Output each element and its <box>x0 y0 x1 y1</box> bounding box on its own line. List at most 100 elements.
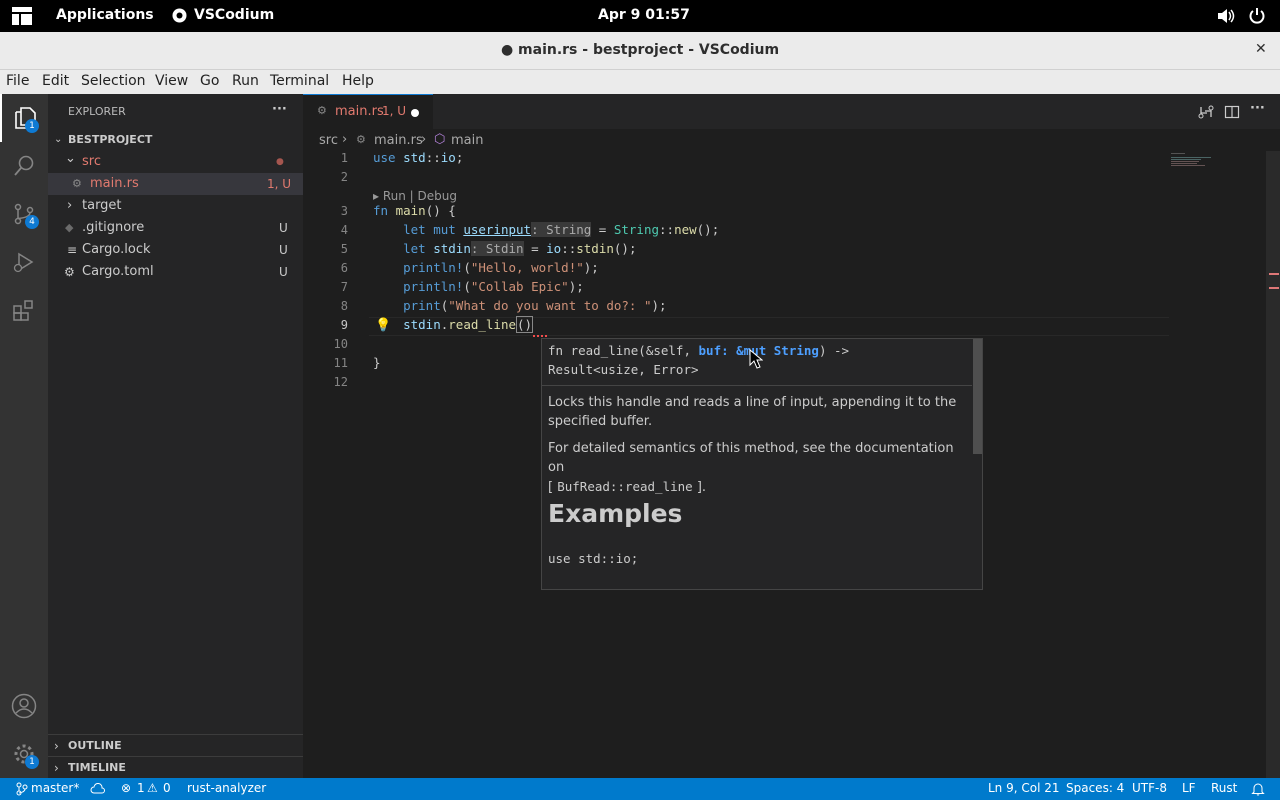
code-line-7: println!("Collab Epic"); <box>403 279 584 294</box>
indentation[interactable]: Spaces: 4 <box>1066 781 1124 795</box>
warning-count[interactable]: 0 <box>163 781 171 795</box>
codelens-run-debug[interactable]: Run | Debug <box>383 189 457 203</box>
file-status: U <box>279 221 288 235</box>
rust-file-icon: ⚙ <box>72 177 82 190</box>
app-menu[interactable]: VSCodium <box>194 7 274 23</box>
menu-edit[interactable]: Edit <box>42 73 69 89</box>
project-name: BESTPROJECT <box>68 133 153 146</box>
line-number: 3 <box>340 204 348 218</box>
doc-text: For detailed semantics of this method, s… <box>548 441 954 475</box>
explorer-activity[interactable]: 1 <box>0 94 48 142</box>
error-squiggle <box>533 334 547 337</box>
search-activity[interactable] <box>0 142 48 190</box>
clock[interactable]: Apr 9 01:57 <box>598 7 690 23</box>
tree-item-label: target <box>82 198 122 213</box>
scrollbar-error-marker <box>1269 273 1279 289</box>
menu-file[interactable]: File <box>6 73 29 89</box>
manage-activity[interactable]: 1 <box>0 730 48 778</box>
modified-dot: ● <box>276 157 284 167</box>
window-close-button[interactable]: ✕ <box>1255 41 1267 57</box>
line-number: 4 <box>340 223 348 237</box>
accounts-activity[interactable] <box>0 682 48 730</box>
signature-part: fn read_line(&self, <box>548 343 699 358</box>
cursor-position[interactable]: Ln 9, Col 21 <box>988 781 1060 795</box>
compare-changes-icon[interactable] <box>1198 104 1214 120</box>
git-branch[interactable]: master* <box>31 781 79 795</box>
tree-item-main-rs[interactable]: ⚙ main.rs 1, U <box>48 173 303 195</box>
tree-item-label: Cargo.toml <box>82 264 154 279</box>
code-line-1: use std::io; <box>373 150 464 165</box>
language-server-status[interactable]: rust-analyzer <box>187 781 266 795</box>
signature: fn read_line(&self, buf: &mut String) ->… <box>548 341 849 379</box>
extensions-activity[interactable] <box>0 286 48 334</box>
tree-item-target[interactable]: › target <box>48 195 303 217</box>
popup-scrollbar[interactable] <box>973 339 982 454</box>
hover-documentation-popup[interactable]: fn read_line(&self, buf: &mut String) ->… <box>541 338 983 590</box>
tree-item-label: main.rs <box>90 176 139 191</box>
doc-text: [ <box>548 480 558 495</box>
error-icon: ⊗ <box>121 781 132 795</box>
tree-item-gitignore[interactable]: ◆ .gitignore U <box>48 217 303 239</box>
error-count[interactable]: 1 <box>137 781 145 795</box>
breadcrumb-file[interactable]: main.rs <box>374 133 423 148</box>
window-title-bar: ● main.rs - bestproject - VSCodium ✕ <box>0 32 1280 70</box>
explorer-badge: 1 <box>25 119 39 133</box>
code-line-11: } <box>373 355 381 370</box>
doc-link[interactable]: BufRead::read_line <box>557 479 692 494</box>
minimap[interactable] <box>1171 151 1231 171</box>
explorer-sidebar: EXPLORER ··· ⌄ BESTPROJECT ⌄ src ● ⚙ mai… <box>48 94 303 778</box>
settings-badge: 1 <box>25 755 39 769</box>
line-number: 8 <box>340 299 348 313</box>
line-number: 11 <box>333 356 348 370</box>
run-debug-activity[interactable] <box>0 238 48 286</box>
end-of-line[interactable]: LF <box>1182 781 1196 795</box>
tree-item-src[interactable]: ⌄ src ● <box>48 151 303 173</box>
vscodium-app-icon <box>172 8 187 23</box>
vertical-scrollbar[interactable] <box>1266 151 1280 778</box>
power-icon[interactable] <box>1249 7 1265 24</box>
menu-go[interactable]: Go <box>200 73 219 89</box>
volume-icon[interactable] <box>1217 8 1235 24</box>
menu-terminal[interactable]: Terminal <box>270 73 329 89</box>
rust-file-icon: ⚙ <box>317 104 327 117</box>
doc-paragraph: For detailed semantics of this method, s… <box>548 439 963 497</box>
chevron-right-icon: › <box>54 761 59 775</box>
menu-bar: File Edit Selection View Go Run Terminal… <box>0 70 1280 94</box>
project-folder[interactable]: ⌄ BESTPROJECT <box>48 129 303 151</box>
line-number: 1 <box>340 151 348 165</box>
tree-item-cargo-lock[interactable]: ≡ Cargo.lock U <box>48 239 303 261</box>
explorer-more-button[interactable]: ··· <box>272 102 287 117</box>
tab-main-rs[interactable]: ⚙ main.rs 1, U <box>303 94 433 129</box>
applications-grid-icon[interactable] <box>12 7 32 25</box>
tree-item-cargo-toml[interactable]: ⚙ Cargo.toml U <box>48 261 303 283</box>
file-status: U <box>279 243 288 257</box>
unsaved-dot-icon[interactable] <box>411 109 419 117</box>
breadcrumb-symbol[interactable]: main <box>451 133 483 148</box>
menu-selection[interactable]: Selection <box>81 73 146 89</box>
source-control-activity[interactable]: 4 <box>0 190 48 238</box>
activity-bar: 1 4 1 <box>0 94 48 778</box>
symbol-method-icon: ⬡ <box>434 132 446 147</box>
outline-label: OUTLINE <box>68 739 122 752</box>
gear-file-icon: ⚙ <box>64 265 75 279</box>
language-mode[interactable]: Rust <box>1211 781 1237 795</box>
scm-badge: 4 <box>25 215 39 229</box>
search-icon <box>14 155 34 176</box>
breadcrumb-folder[interactable]: src <box>319 133 338 148</box>
outline-section[interactable]: › OUTLINE <box>48 734 303 756</box>
sync-cloud-icon[interactable] <box>90 783 106 795</box>
editor-more-button[interactable]: ··· <box>1250 101 1265 116</box>
menu-run[interactable]: Run <box>232 73 259 89</box>
codelens[interactable]: ▸ Run | Debug <box>373 189 457 203</box>
menu-help[interactable]: Help <box>342 73 374 89</box>
encoding[interactable]: UTF-8 <box>1132 781 1167 795</box>
code-line-6: println!("Hello, world!"); <box>403 260 599 275</box>
notifications-bell-icon[interactable] <box>1251 782 1265 796</box>
split-editor-icon[interactable] <box>1224 104 1240 120</box>
timeline-label: TIMELINE <box>68 761 126 774</box>
doc-paragraph: Locks this handle and reads a line of in… <box>548 395 957 429</box>
menu-view[interactable]: View <box>155 73 188 89</box>
applications-menu[interactable]: Applications <box>56 7 154 23</box>
code-line-4: let mut userinput: String = String::new(… <box>403 222 720 237</box>
timeline-section[interactable]: › TIMELINE <box>48 756 303 778</box>
